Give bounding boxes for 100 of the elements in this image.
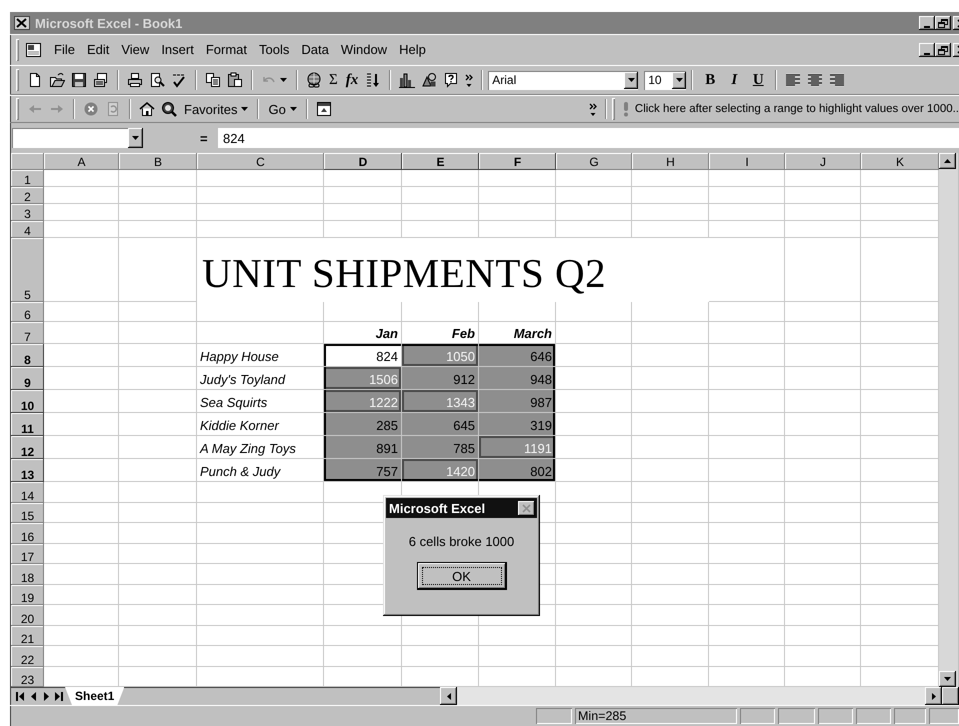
menu-item[interactable]: Format bbox=[200, 40, 252, 59]
help-icon[interactable] bbox=[443, 72, 460, 88]
column-header[interactable]: I bbox=[709, 153, 785, 170]
new-file-icon[interactable] bbox=[27, 72, 43, 88]
column-header[interactable]: J bbox=[785, 153, 861, 170]
caret-icon[interactable] bbox=[676, 78, 683, 82]
menu-item[interactable]: Insert bbox=[156, 40, 199, 59]
scroll-left-button[interactable] bbox=[440, 687, 458, 705]
column-header[interactable]: D bbox=[324, 153, 402, 170]
web-toolbar-icon[interactable] bbox=[316, 101, 332, 117]
row-header[interactable]: 4 bbox=[11, 221, 44, 238]
drawing-icon[interactable] bbox=[421, 72, 438, 88]
row-header[interactable]: 16 bbox=[11, 523, 44, 544]
dropdown-button[interactable] bbox=[128, 128, 143, 148]
horizontal-scrollbar[interactable] bbox=[440, 687, 959, 705]
scroll-down-button[interactable] bbox=[939, 671, 956, 687]
save-icon[interactable] bbox=[71, 72, 87, 88]
previous-sheet-icon[interactable] bbox=[29, 690, 37, 702]
formula-field[interactable]: 824 bbox=[218, 128, 959, 148]
column-header[interactable]: F bbox=[479, 153, 556, 170]
chevron-icon[interactable] bbox=[588, 102, 597, 116]
name-box[interactable] bbox=[12, 128, 128, 148]
column-header[interactable]: C bbox=[197, 153, 324, 170]
favorites-button[interactable]: Favorites bbox=[180, 102, 252, 116]
chevron-icon[interactable] bbox=[465, 72, 474, 88]
menu-item[interactable]: View bbox=[116, 40, 154, 59]
open-folder-icon[interactable] bbox=[49, 72, 65, 88]
row-header[interactable]: 3 bbox=[11, 204, 44, 221]
row-header[interactable]: 12 bbox=[11, 436, 44, 459]
vertical-scrollbar[interactable] bbox=[939, 153, 958, 687]
print-icon[interactable] bbox=[127, 72, 143, 88]
chart-icon[interactable] bbox=[399, 72, 416, 88]
row-header[interactable]: 8 bbox=[11, 344, 44, 367]
spell-check-icon[interactable] bbox=[171, 72, 187, 88]
align-right-icon[interactable] bbox=[829, 72, 846, 88]
stop-icon[interactable] bbox=[83, 101, 99, 117]
font-dropdown[interactable]: Arial bbox=[488, 70, 638, 90]
row-header[interactable]: 15 bbox=[11, 502, 44, 523]
next-sheet-icon[interactable] bbox=[42, 690, 50, 702]
menu-item[interactable]: Window bbox=[336, 40, 392, 59]
left-arrow-icon[interactable] bbox=[446, 692, 451, 700]
row-header[interactable]: 22 bbox=[11, 646, 44, 666]
row-header[interactable]: 1 bbox=[11, 170, 44, 187]
print-preview-icon[interactable] bbox=[149, 72, 165, 88]
row-header[interactable]: 5 bbox=[11, 238, 44, 302]
menu-item[interactable]: Edit bbox=[82, 40, 114, 59]
column-header[interactable]: A bbox=[44, 153, 119, 170]
row-header[interactable]: 2 bbox=[11, 187, 44, 204]
menu-item[interactable]: File bbox=[49, 40, 80, 59]
sum-button[interactable]: Σ bbox=[325, 72, 342, 88]
column-header[interactable]: H bbox=[632, 153, 709, 170]
ok-button[interactable]: OK bbox=[418, 563, 506, 589]
menu-item[interactable]: Data bbox=[296, 40, 334, 59]
center-icon[interactable] bbox=[807, 72, 824, 88]
column-header[interactable]: E bbox=[402, 153, 479, 170]
scroll-right-button[interactable] bbox=[925, 687, 942, 705]
sort-icon[interactable] bbox=[365, 72, 382, 88]
up-arrow-icon[interactable] bbox=[944, 159, 951, 163]
down-arrow-icon[interactable] bbox=[944, 677, 951, 681]
split-box[interactable] bbox=[942, 687, 959, 705]
row-header[interactable]: 19 bbox=[11, 584, 44, 605]
search-globe-icon[interactable] bbox=[161, 101, 177, 117]
row-header[interactable]: 14 bbox=[11, 482, 44, 502]
column-header[interactable]: B bbox=[119, 153, 197, 170]
home-icon[interactable] bbox=[139, 101, 155, 117]
select-all-button[interactable] bbox=[11, 153, 44, 170]
row-header[interactable]: 13 bbox=[11, 459, 44, 482]
row-header[interactable]: 18 bbox=[11, 564, 44, 584]
row-header[interactable]: 6 bbox=[11, 302, 44, 322]
menu-item[interactable]: Tools bbox=[254, 40, 294, 59]
sheet-tab[interactable]: Sheet1 bbox=[65, 687, 124, 705]
document-icon[interactable] bbox=[93, 72, 109, 88]
caret-icon[interactable] bbox=[241, 107, 248, 111]
row-header[interactable]: 21 bbox=[11, 626, 44, 646]
size-dropdown[interactable]: 10 bbox=[644, 70, 686, 90]
caret-icon[interactable] bbox=[280, 78, 287, 82]
italic-button[interactable]: I bbox=[722, 72, 746, 88]
copy-icon[interactable] bbox=[205, 72, 221, 88]
underline-button[interactable]: U bbox=[746, 72, 770, 88]
row-header[interactable]: 7 bbox=[11, 322, 44, 344]
row-header[interactable]: 23 bbox=[11, 666, 44, 687]
go-button[interactable]: Go bbox=[264, 102, 301, 116]
row-header[interactable]: 20 bbox=[11, 605, 44, 626]
align-left-icon[interactable] bbox=[785, 72, 802, 88]
function-button[interactable]: fx bbox=[342, 72, 362, 88]
close-button[interactable] bbox=[518, 500, 535, 516]
caret-icon[interactable] bbox=[132, 136, 139, 140]
globe-link-icon[interactable] bbox=[306, 72, 322, 88]
caret-icon[interactable] bbox=[628, 78, 635, 82]
column-header[interactable]: K bbox=[861, 153, 939, 170]
last-sheet-icon[interactable] bbox=[55, 690, 63, 702]
paste-icon[interactable] bbox=[227, 72, 243, 88]
row-header[interactable]: 10 bbox=[11, 390, 44, 413]
hint-button[interactable]: Click here after selecting a range to highlight values over 1000.. bbox=[620, 101, 959, 117]
column-header[interactable]: G bbox=[556, 153, 632, 170]
caret-icon[interactable] bbox=[290, 107, 297, 111]
row-header[interactable]: 11 bbox=[11, 413, 44, 436]
first-sheet-icon[interactable] bbox=[16, 690, 24, 702]
row-header[interactable]: 9 bbox=[11, 367, 44, 390]
menu-item[interactable]: Help bbox=[394, 40, 431, 59]
